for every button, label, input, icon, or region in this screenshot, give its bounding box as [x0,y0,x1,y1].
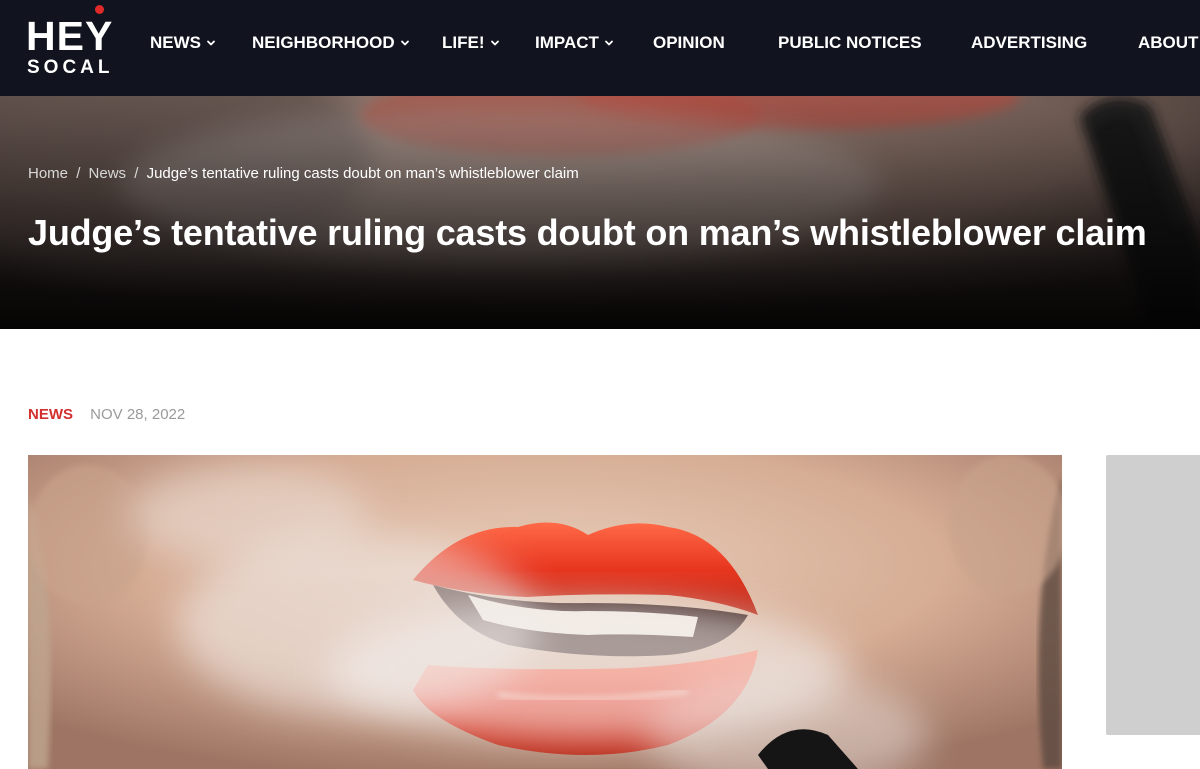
breadcrumb-separator: / [76,165,81,182]
sidebar-ad-placeholder [1106,455,1200,735]
nav-item-advertising[interactable]: ADVERTISING [971,30,1087,56]
featured-image [28,455,1062,769]
logo-text-bottom: SOCAL [27,57,114,78]
featured-photo-art [28,455,1062,769]
logo-text-top: HEY [26,13,114,59]
nav-item-about[interactable]: ABOUT [1138,30,1198,56]
nav-item-label: NEWS [150,33,201,52]
chevron-down-icon [490,38,500,48]
breadcrumb-separator: / [134,165,139,182]
breadcrumb: Home / News / Judge’s tentative ruling c… [28,165,579,182]
article-meta: NEWS NOV 28, 2022 [28,406,185,423]
nav-item-label: ABOUT [1138,33,1199,52]
nav-item-impact[interactable]: IMPACT [535,30,614,56]
nav-item-public-notices[interactable]: PUBLIC NOTICES [778,30,922,56]
publish-date: NOV 28, 2022 [90,406,186,423]
breadcrumb-home-link[interactable]: Home [28,165,68,182]
chevron-down-icon [400,38,410,48]
nav-item-neighborhood[interactable]: NEIGHBORHOOD [252,30,410,56]
site-logo[interactable]: HEY SOCAL [26,5,122,80]
chevron-down-icon [604,38,614,48]
nav-item-label: LIFE! [442,33,485,52]
breadcrumb-current: Judge’s tentative ruling casts doubt on … [146,165,579,182]
article-title: Judge’s tentative ruling casts doubt on … [28,212,1147,253]
nav-item-label: PUBLIC NOTICES [778,33,922,52]
nav-item-label: IMPACT [535,33,599,52]
chevron-down-icon [206,38,216,48]
nav-item-opinion[interactable]: OPINION [653,30,725,56]
site-header: HEY SOCAL NEWS NEIGHBORHOOD LIFE! IMPACT [0,0,1200,96]
category-link[interactable]: NEWS [28,406,73,423]
nav-item-label: OPINION [653,33,725,52]
nav-item-label: NEIGHBORHOOD [252,33,395,52]
article-hero: Home / News / Judge’s tentative ruling c… [0,96,1200,329]
nav-item-news[interactable]: NEWS [150,30,216,56]
logo-dot [95,5,104,14]
nav-item-life[interactable]: LIFE! [442,30,500,56]
nav-item-label: ADVERTISING [971,33,1088,52]
breadcrumb-news-link[interactable]: News [89,165,127,182]
